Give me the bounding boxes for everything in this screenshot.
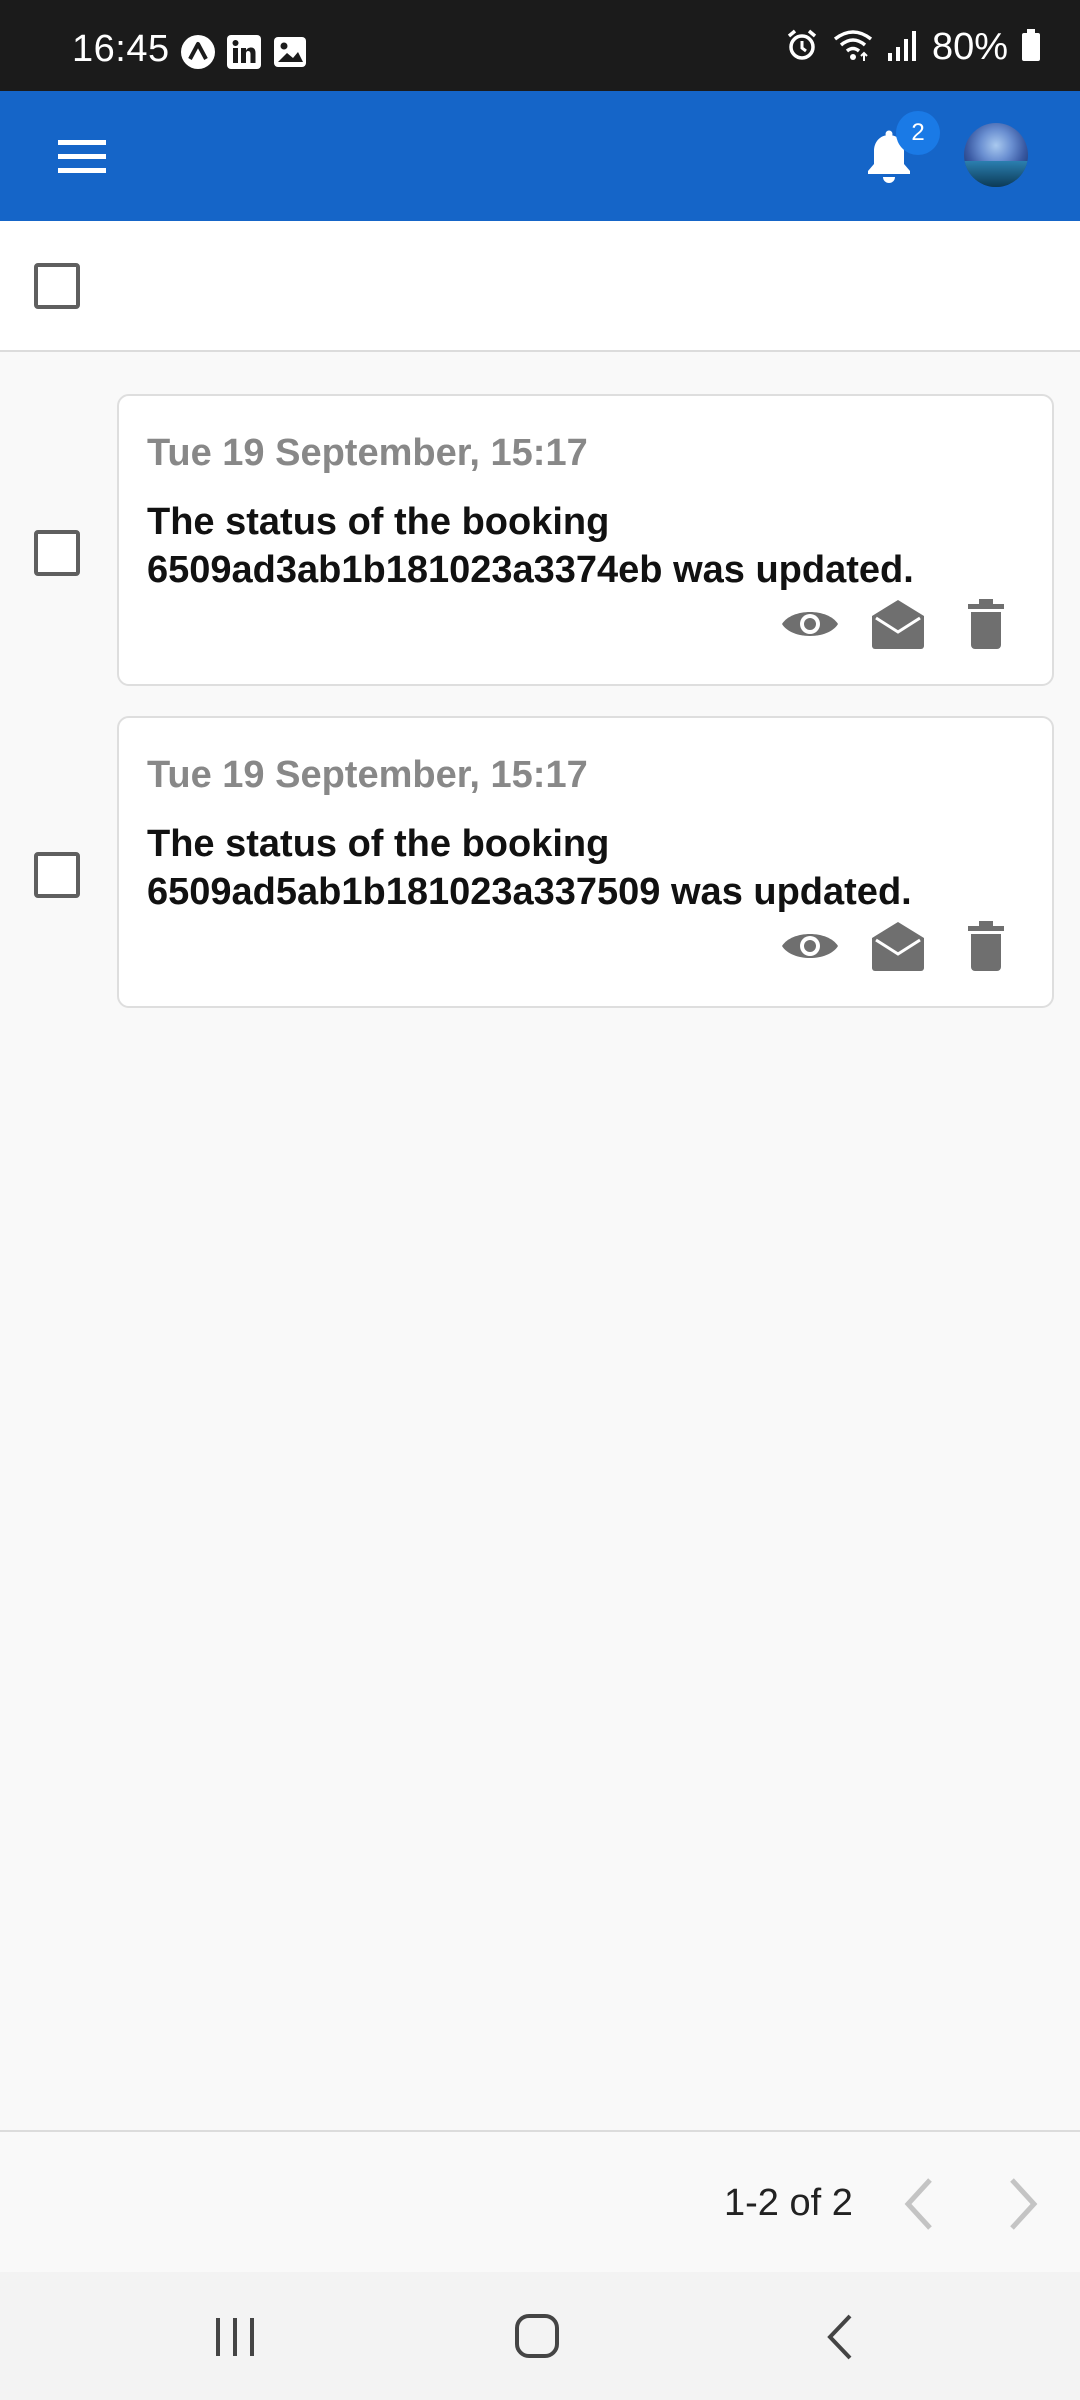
next-page-button[interactable] <box>1000 2176 1046 2232</box>
pagination: 1-2 of 2 <box>0 2130 1080 2272</box>
delete-button[interactable] <box>956 596 1016 652</box>
view-button[interactable] <box>780 918 840 974</box>
battery-percent: 80% <box>931 26 1008 68</box>
back-button[interactable] <box>812 2310 872 2364</box>
recent-apps-button[interactable] <box>206 2310 266 2364</box>
select-all-row <box>0 221 1080 352</box>
notification-date: Tue 19 September, 15:17 <box>147 432 588 474</box>
linkedin-icon <box>226 34 262 70</box>
notification-date: Tue 19 September, 15:17 <box>147 754 588 796</box>
notification-card[interactable]: Tue 19 September, 15:17 The status of th… <box>117 394 1054 686</box>
signal-icon <box>886 27 920 68</box>
list-item: Tue 19 September, 15:17 The status of th… <box>0 392 1080 688</box>
select-all-checkbox[interactable] <box>34 263 80 309</box>
recent-apps-icon <box>216 2318 254 2356</box>
gallery-icon <box>272 34 308 70</box>
trash-icon <box>968 921 1004 971</box>
battery-icon <box>1020 27 1042 68</box>
status-time: 16:45 <box>72 28 170 70</box>
avatar[interactable] <box>964 123 1028 187</box>
home-icon <box>515 2314 559 2358</box>
menu-button[interactable] <box>54 134 112 178</box>
open-envelope-icon <box>872 922 924 971</box>
hamburger-menu-icon <box>58 140 106 173</box>
eye-icon <box>782 612 838 636</box>
notification-count-badge: 2 <box>896 111 940 155</box>
app-bar: 2 <box>0 91 1080 221</box>
alarm-icon <box>784 27 820 68</box>
mark-read-button[interactable] <box>868 918 928 974</box>
system-nav-bar <box>0 2272 1080 2400</box>
view-button[interactable] <box>780 596 840 652</box>
notification-card[interactable]: Tue 19 September, 15:17 The status of th… <box>117 716 1054 1008</box>
item-checkbox[interactable] <box>34 852 80 898</box>
eye-icon <box>782 934 838 958</box>
pagination-info: 1-2 of 2 <box>724 2182 853 2224</box>
notification-message: The status of the booking 6509ad5ab1b181… <box>147 823 912 913</box>
chevron-right-icon <box>1010 2178 1038 2230</box>
item-checkbox[interactable] <box>34 530 80 576</box>
trash-icon <box>968 599 1004 649</box>
home-button[interactable] <box>508 2310 568 2364</box>
previous-page-button[interactable] <box>896 2176 942 2232</box>
app-a-icon <box>180 34 216 70</box>
status-bar: 16:45 80% <box>0 0 1080 91</box>
chevron-left-icon <box>904 2178 932 2230</box>
back-icon <box>827 2314 852 2360</box>
list-item: Tue 19 September, 15:17 The status of th… <box>0 714 1080 1010</box>
wifi-icon <box>832 27 874 68</box>
open-envelope-icon <box>872 600 924 649</box>
mark-read-button[interactable] <box>868 596 928 652</box>
notification-message: The status of the booking 6509ad3ab1b181… <box>147 501 914 591</box>
delete-button[interactable] <box>956 918 1016 974</box>
